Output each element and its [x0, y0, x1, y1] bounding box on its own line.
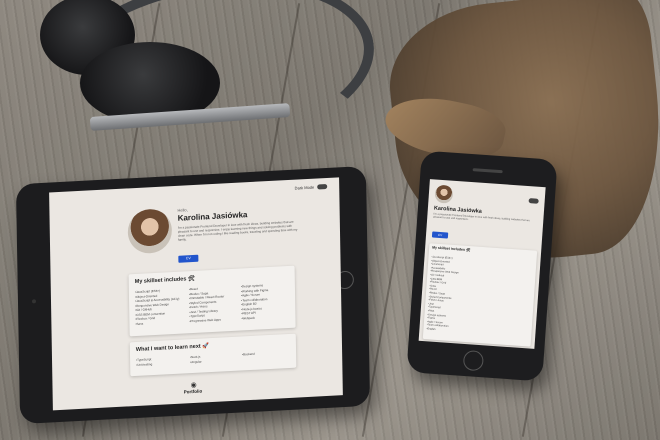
learn-card: What I want to learn next 🚀 TypeScript U…: [129, 333, 297, 377]
list-item: Angular: [190, 359, 201, 364]
photo-scene: Dark Mode Hello, Karolina Jasiówka I'm a…: [0, 0, 660, 440]
toggle-icon[interactable]: [528, 198, 539, 204]
tablet-camera: [31, 299, 37, 304]
cv-button-mobile[interactable]: CV: [431, 231, 449, 239]
skills-list-1: JavaScript (ES6+) Object-Oriented JavaSc…: [135, 288, 180, 326]
tablet-screen: Dark Mode Hello, Karolina Jasiówka I'm a…: [49, 177, 343, 411]
phone-screen: Karolina Jasiówka I'm a passionate Front…: [418, 179, 546, 349]
learn-list-3: Backend: [242, 352, 255, 357]
learn-list-1: TypeScript Unit testing: [136, 357, 152, 367]
phone-home-button[interactable]: [462, 349, 485, 372]
dark-mode-switch-mobile[interactable]: [528, 190, 539, 209]
list-item: Unit testing: [136, 362, 152, 367]
list-item: Webpack: [241, 315, 268, 321]
skills-card: My skillset includes 🛠 JavaScript (ES6+)…: [128, 265, 296, 337]
learn-list-2: Next.js Angular: [190, 355, 202, 365]
bio-text: I'm a passionate Frontend Developer in l…: [177, 219, 298, 242]
bio-text-mobile: I'm a passionate Frontend Developer in l…: [433, 212, 530, 223]
cv-button[interactable]: CV: [178, 254, 199, 263]
toggle-icon[interactable]: [317, 183, 328, 190]
list-item: Backend: [242, 352, 255, 357]
avatar-mobile: [434, 184, 454, 204]
dark-mode-label: Dark Mode: [294, 184, 315, 191]
dark-mode-switch[interactable]: Dark Mode: [294, 183, 328, 191]
page-title: Karolina Jasiówka: [177, 210, 248, 223]
avatar: [127, 208, 173, 255]
skills-list-mobile: JavaScript (ES6+) Object-Oriented JavaSc…: [426, 255, 459, 332]
skills-title: My skillset includes 🛠: [134, 275, 195, 286]
greeting: Hello,: [177, 207, 188, 213]
phone-device: Karolina Jasiówka I'm a passionate Front…: [406, 150, 558, 382]
learn-title: What I want to learn next 🚀: [135, 343, 210, 353]
skills-title-mobile: My skillset includes 🛠: [432, 245, 471, 253]
footer-label: Portfolio: [183, 388, 203, 395]
skills-list-2: React Redux / Saga Immutable / React Rou…: [189, 285, 225, 323]
tablet-device: Dark Mode Hello, Karolina Jasiówka I'm a…: [15, 165, 371, 425]
phone-speaker: [472, 168, 503, 174]
skills-list-3: Design systems Working with Figma Agile …: [241, 283, 269, 320]
